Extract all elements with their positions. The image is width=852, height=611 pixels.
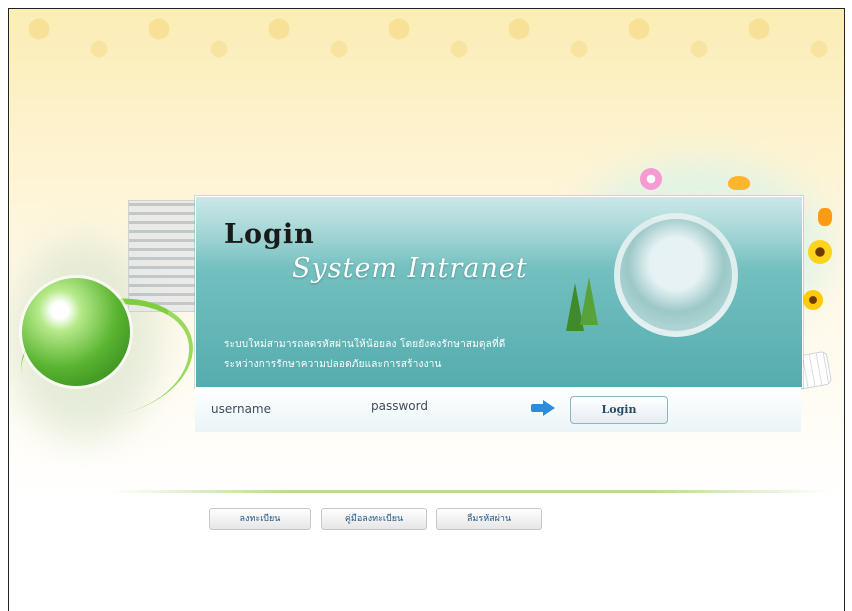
divider-line bbox=[110, 490, 830, 493]
login-banner-panel: Login System Intranet ระบบใหม่สามารถลดรห… bbox=[195, 196, 803, 388]
building-image bbox=[128, 200, 200, 312]
butterfly-icon bbox=[818, 208, 832, 226]
login-title: Login bbox=[224, 219, 315, 250]
password-field[interactable]: password bbox=[371, 399, 428, 413]
description-line-1: ระบบใหม่สามารถลดรหัสผ่านให้น้อยลง โดยยัง… bbox=[224, 339, 506, 350]
campus-photo-emblem bbox=[614, 213, 738, 337]
yellow-flower-icon bbox=[808, 240, 832, 264]
arrow-right-icon bbox=[531, 400, 557, 416]
register-button[interactable]: ลงทะเบียน bbox=[209, 508, 311, 530]
decorative-pattern-header bbox=[9, 9, 844, 69]
register-manual-button[interactable]: คู่มือลงทะเบียน bbox=[321, 508, 427, 530]
tree-icon bbox=[580, 277, 598, 325]
butterfly-icon bbox=[728, 176, 750, 190]
description-line-2: ระหว่างการรักษาความปลอดภัยและการสร้างงาน bbox=[224, 359, 442, 370]
login-form-bar: username password Login bbox=[195, 388, 801, 432]
username-field[interactable]: username bbox=[211, 402, 271, 416]
yellow-flower-icon bbox=[803, 290, 823, 310]
globe-icon bbox=[22, 278, 130, 386]
login-button[interactable]: Login bbox=[570, 396, 668, 424]
pink-flower-icon bbox=[640, 168, 662, 190]
forgot-password-button[interactable]: ลืมรหัสผ่าน bbox=[436, 508, 542, 530]
system-intranet-title: System Intranet bbox=[292, 253, 528, 284]
